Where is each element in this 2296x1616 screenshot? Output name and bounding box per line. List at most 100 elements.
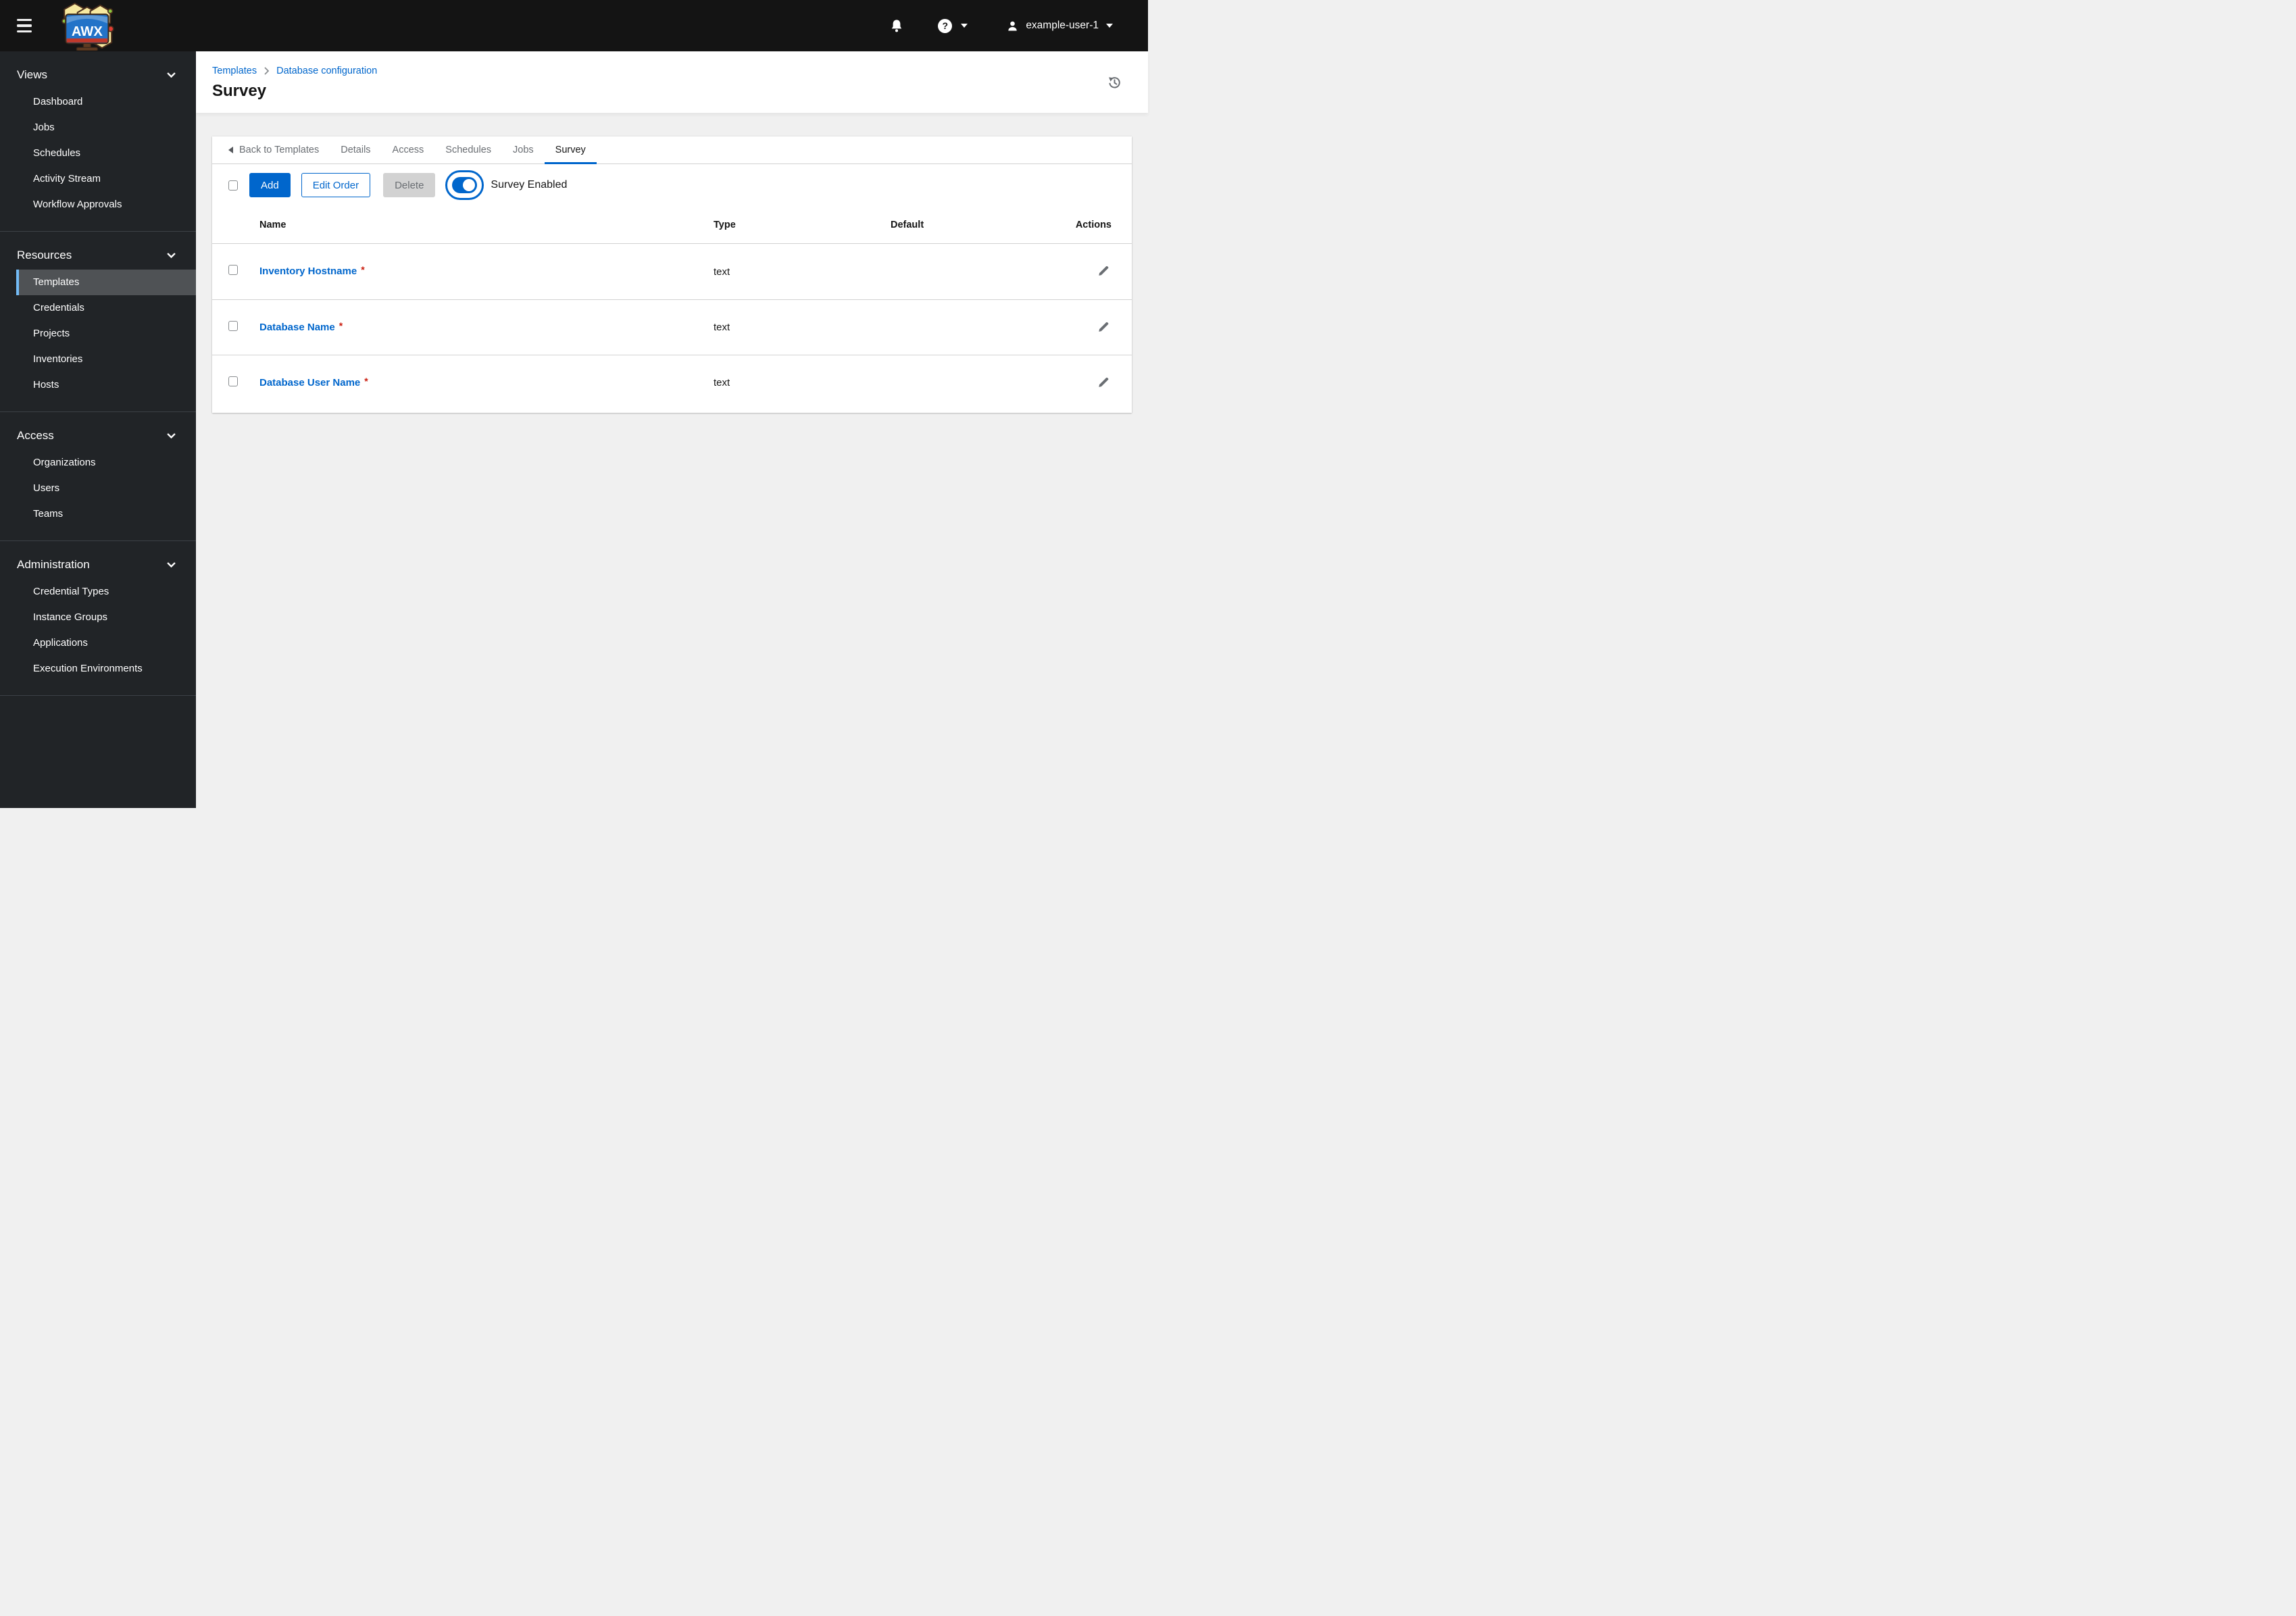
top-navigation-bar: AWX ? example-user-1 bbox=[0, 0, 1148, 51]
edit-question-button[interactable] bbox=[1096, 374, 1112, 392]
survey-question-link[interactable]: Inventory Hostname * bbox=[259, 264, 365, 277]
required-asterisk: * bbox=[339, 320, 343, 331]
sidebar-navigation: Views Dashboard Jobs Schedules Activity … bbox=[0, 51, 196, 808]
awx-logo[interactable]: AWX bbox=[49, 1, 118, 51]
type-column-header: Type bbox=[714, 219, 736, 230]
question-type: text bbox=[714, 322, 730, 333]
survey-toolbar: Add Edit Order Delete Survey Enabled bbox=[212, 164, 1132, 206]
notifications-button[interactable] bbox=[891, 19, 903, 32]
sidebar-item-hosts[interactable]: Hosts bbox=[16, 372, 196, 398]
nav-group-resources-header[interactable]: Resources bbox=[0, 241, 196, 270]
sidebar-item-credential-types[interactable]: Credential Types bbox=[16, 579, 196, 605]
sidebar-item-templates[interactable]: Templates bbox=[16, 270, 196, 295]
sidebar-item-applications[interactable]: Applications bbox=[16, 630, 196, 656]
sidebar-item-workflow-approvals[interactable]: Workflow Approvals bbox=[16, 192, 196, 218]
awx-logo-image: AWX bbox=[61, 2, 114, 51]
page-header: Templates Database configuration Survey bbox=[196, 51, 1148, 113]
required-asterisk: * bbox=[361, 264, 365, 275]
pencil-icon bbox=[1099, 377, 1109, 387]
breadcrumb-database-configuration-link[interactable]: Database configuration bbox=[276, 66, 377, 76]
survey-question-link[interactable]: Database User Name * bbox=[259, 375, 368, 388]
sidebar-item-instance-groups[interactable]: Instance Groups bbox=[16, 605, 196, 630]
tab-survey[interactable]: Survey bbox=[544, 136, 597, 164]
add-button[interactable]: Add bbox=[249, 173, 291, 197]
tab-jobs[interactable]: Jobs bbox=[502, 136, 545, 164]
sidebar-item-teams[interactable]: Teams bbox=[16, 501, 196, 527]
user-icon bbox=[1008, 21, 1017, 31]
sidebar-item-organizations[interactable]: Organizations bbox=[16, 450, 196, 476]
name-column-header: Name bbox=[259, 219, 286, 230]
caret-left-icon bbox=[228, 147, 233, 153]
sidebar-item-activity-stream[interactable]: Activity Stream bbox=[16, 166, 196, 192]
toggle-knob bbox=[463, 179, 476, 191]
toggle-track bbox=[452, 177, 478, 193]
row-checkbox[interactable] bbox=[228, 376, 238, 386]
topbar-actions: ? example-user-1 bbox=[891, 18, 1148, 33]
sidebar-item-execution-environments[interactable]: Execution Environments bbox=[16, 656, 196, 682]
chevron-down-icon bbox=[167, 433, 176, 438]
chevron-down-icon bbox=[961, 24, 968, 28]
page-title: Survey bbox=[212, 82, 267, 100]
delete-button[interactable]: Delete bbox=[383, 173, 436, 197]
survey-question-link[interactable]: Database Name * bbox=[259, 320, 343, 333]
row-checkbox[interactable] bbox=[228, 265, 238, 275]
main-content: Templates Database configuration Survey bbox=[196, 51, 1148, 808]
table-row: Database User Name * text bbox=[212, 355, 1132, 410]
sidebar-item-jobs[interactable]: Jobs bbox=[16, 115, 196, 141]
nav-group-access-header[interactable]: Access bbox=[0, 422, 196, 450]
bell-icon bbox=[892, 20, 902, 32]
user-menu-button[interactable]: example-user-1 bbox=[1007, 20, 1113, 32]
chevron-right-icon bbox=[264, 67, 270, 75]
user-name: example-user-1 bbox=[1026, 20, 1099, 31]
question-type: text bbox=[714, 266, 730, 278]
tab-bar: Back to Templates Details Access Schedul… bbox=[212, 136, 1132, 164]
select-all-checkbox[interactable] bbox=[228, 180, 238, 191]
breadcrumb-templates-link[interactable]: Templates bbox=[212, 66, 257, 76]
nav-group-views: Views Dashboard Jobs Schedules Activity … bbox=[0, 51, 196, 232]
required-asterisk: * bbox=[364, 375, 368, 386]
nav-group-administration: Administration Credential Types Instance… bbox=[0, 541, 196, 696]
chevron-down-icon bbox=[167, 72, 176, 78]
history-icon bbox=[1109, 77, 1120, 89]
svg-text:AWX: AWX bbox=[72, 24, 103, 39]
awx-app: AWX ? example-user-1 Views Dashboard Job… bbox=[0, 0, 1148, 808]
activity-history-button[interactable] bbox=[1107, 76, 1121, 91]
table-header-row: Name Type Default Actions bbox=[212, 206, 1132, 244]
survey-card: Back to Templates Details Access Schedul… bbox=[212, 136, 1132, 413]
nav-group-resources: Resources Templates Credentials Projects… bbox=[0, 232, 196, 412]
nav-group-administration-header[interactable]: Administration bbox=[0, 551, 196, 579]
question-mark-icon: ? bbox=[938, 18, 953, 33]
tab-access[interactable]: Access bbox=[382, 136, 435, 164]
survey-enabled-label: Survey Enabled bbox=[491, 179, 568, 191]
actions-column-header: Actions bbox=[1075, 219, 1112, 230]
global-nav-toggle-icon[interactable] bbox=[17, 18, 32, 33]
sidebar-item-projects[interactable]: Projects bbox=[16, 321, 196, 347]
edit-question-button[interactable] bbox=[1096, 319, 1112, 336]
tab-back-to-templates[interactable]: Back to Templates bbox=[218, 136, 330, 164]
nav-group-views-header[interactable]: Views bbox=[0, 61, 196, 89]
tab-details[interactable]: Details bbox=[330, 136, 381, 164]
table-row: Database Name * text bbox=[212, 299, 1132, 355]
table-row: Inventory Hostname * text bbox=[212, 244, 1132, 299]
sidebar-item-dashboard[interactable]: Dashboard bbox=[16, 89, 196, 115]
sidebar-item-users[interactable]: Users bbox=[16, 476, 196, 501]
sidebar-item-credentials[interactable]: Credentials bbox=[16, 295, 196, 321]
content-area: Back to Templates Details Access Schedul… bbox=[196, 113, 1148, 808]
pencil-icon bbox=[1099, 322, 1109, 332]
survey-enabled-toggle[interactable] bbox=[445, 170, 484, 200]
chevron-down-icon bbox=[1106, 24, 1113, 28]
default-column-header: Default bbox=[891, 219, 924, 230]
breadcrumb: Templates Database configuration bbox=[212, 66, 1132, 76]
row-checkbox[interactable] bbox=[228, 320, 238, 331]
nav-group-access: Access Organizations Users Teams bbox=[0, 412, 196, 541]
sidebar-item-schedules[interactable]: Schedules bbox=[16, 141, 196, 166]
chevron-down-icon bbox=[167, 253, 176, 258]
chevron-down-icon bbox=[167, 562, 176, 567]
help-menu-button[interactable]: ? bbox=[938, 18, 968, 33]
edit-order-button[interactable]: Edit Order bbox=[301, 173, 371, 197]
sidebar-item-inventories[interactable]: Inventories bbox=[16, 347, 196, 372]
tab-schedules[interactable]: Schedules bbox=[434, 136, 502, 164]
edit-question-button[interactable] bbox=[1096, 263, 1112, 280]
pencil-icon bbox=[1099, 266, 1109, 276]
question-type: text bbox=[714, 377, 730, 388]
